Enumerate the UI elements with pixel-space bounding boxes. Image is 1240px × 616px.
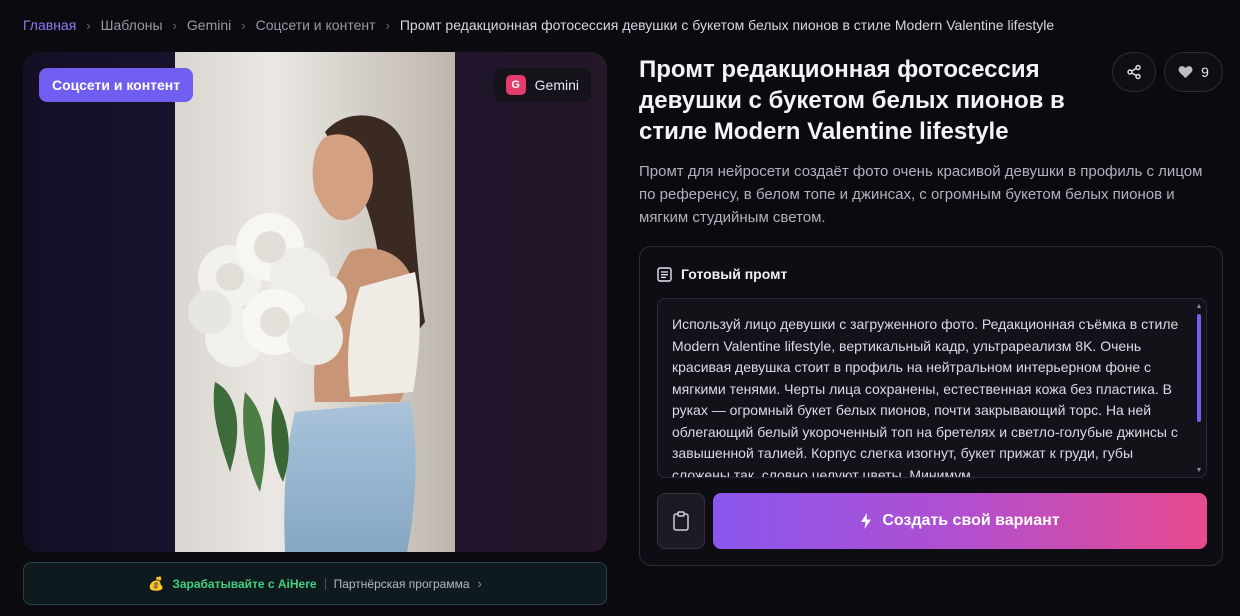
breadcrumb: Главная › Шаблоны › Gemini › Соцсети и к… [23, 17, 1054, 33]
template-preview-image [175, 52, 455, 552]
like-button[interactable]: 9 [1164, 52, 1223, 92]
chevron-right-icon: › [477, 576, 482, 591]
copy-prompt-button[interactable] [657, 493, 705, 549]
lightning-icon [861, 513, 872, 529]
category-badge[interactable]: Соцсети и контент [39, 68, 194, 102]
gemini-logo-icon: G [505, 75, 526, 95]
affiliate-partner-label: Партнёрская программа [333, 576, 470, 591]
heart-icon [1178, 66, 1193, 79]
model-badge: G Gemini [493, 68, 591, 102]
breadcrumb-current: Промт редакционная фотосессия девушки с … [399, 17, 1055, 33]
share-button[interactable] [1112, 52, 1156, 92]
breadcrumb-category[interactable]: Соцсети и контент [256, 17, 376, 33]
affiliate-earn-label: Зарабатывайте с AiHere [172, 576, 317, 591]
prompt-header-label: Готовый промт [681, 266, 788, 282]
prompt-card: Готовый промт Используй лицо девушки с з… [639, 246, 1223, 566]
prompt-text: Используй лицо девушки с загруженного фо… [672, 316, 1179, 478]
breadcrumb-gemini[interactable]: Gemini [187, 17, 231, 33]
template-image-card: Соцсети и контент G Gemini [23, 52, 607, 552]
create-variant-label: Создать свой вариант [882, 512, 1060, 529]
breadcrumb-templates[interactable]: Шаблоны [101, 17, 163, 33]
divider [324, 577, 326, 590]
share-icon [1127, 64, 1141, 80]
prompt-scrollbar[interactable]: ▲ ▼ [1195, 303, 1203, 475]
chevron-right-icon: › [86, 17, 91, 33]
chevron-right-icon: › [172, 17, 177, 33]
prompt-text-area[interactable]: Используй лицо девушки с загруженного фо… [657, 298, 1207, 478]
template-description: Промт для нейросети создаёт фото очень к… [639, 163, 1203, 226]
breadcrumb-home[interactable]: Главная [23, 17, 76, 33]
scroll-down-arrow-icon[interactable]: ▼ [1195, 467, 1203, 475]
like-count: 9 [1201, 64, 1209, 80]
clipboard-icon [673, 511, 689, 531]
chevron-right-icon: › [241, 17, 246, 33]
document-icon [657, 266, 672, 282]
scroll-up-arrow-icon[interactable]: ▲ [1195, 303, 1203, 311]
money-bag-icon: 💰 [148, 575, 165, 591]
prompt-header: Готовый промт [657, 266, 787, 282]
chevron-right-icon: › [385, 17, 390, 33]
create-variant-button[interactable]: Создать свой вариант [713, 493, 1207, 549]
scrollbar-thumb[interactable] [1197, 314, 1201, 422]
page-title: Промт редакционная фотосессия девушки с … [639, 56, 1065, 145]
model-badge-label: Gemini [534, 77, 579, 93]
affiliate-program-banner[interactable]: 💰 Зарабатывайте с AiHere Партнёрская про… [23, 562, 607, 605]
